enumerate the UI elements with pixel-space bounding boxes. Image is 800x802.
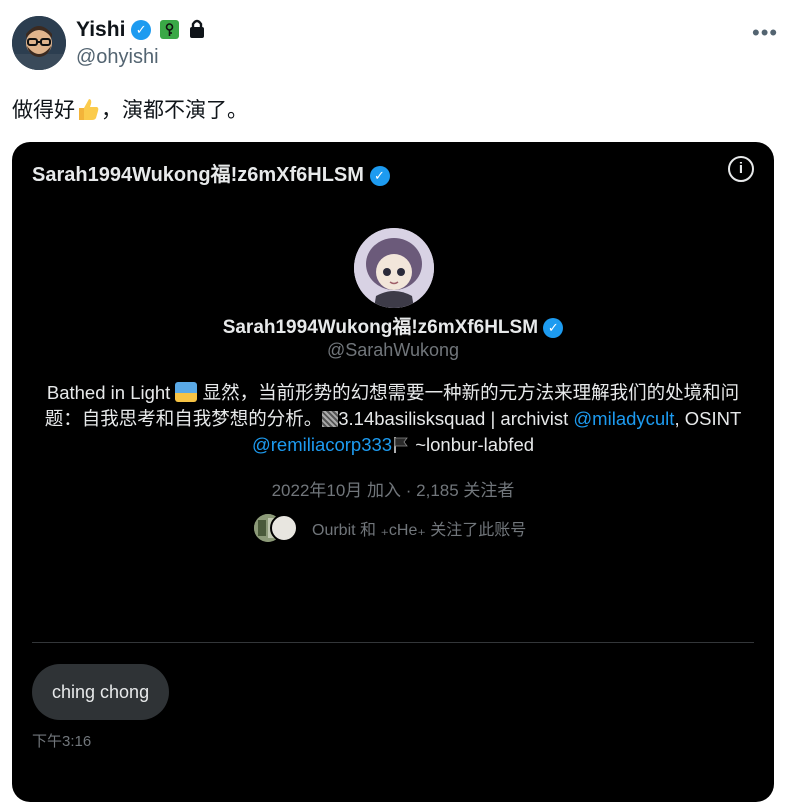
black-flag-icon: [392, 435, 410, 453]
joined-info: 2022年10月 加入 · 2,185 关注者: [271, 481, 515, 500]
tweet-text-part: 做得好: [12, 99, 75, 122]
tweet-text: 做得好 ，演都不演了。: [12, 94, 248, 124]
bio-text: , OSINT: [674, 408, 742, 429]
mention-link[interactable]: @remiliacorp333: [252, 434, 392, 455]
message-bubble: ching chong: [32, 664, 170, 720]
author-handle[interactable]: @ohyishi: [76, 46, 159, 69]
author-name[interactable]: Yishi: [76, 18, 125, 41]
card-header-title: Sarah1994Wukong福!z6mXf6HLSM ✓: [32, 158, 390, 187]
verified-icon: ✓: [543, 317, 564, 338]
bio-text: ~lonbur-labfed: [410, 434, 535, 455]
tweet-text-part: ，演都不演了。: [101, 99, 248, 122]
followed-by-text[interactable]: Ourbit 和 ₊cHe₊ 关注了此账号: [312, 516, 526, 540]
author-avatar[interactable]: [12, 16, 66, 70]
profile-name[interactable]: Sarah1994Wukong福!z6mXf6HLSM: [223, 317, 538, 338]
verified-icon: ✓: [369, 165, 390, 186]
checkered-block-icon: [322, 411, 339, 427]
profile-bio: Bathed in Light 显然，当前形势的幻想需要一种新的元方法来理解我们…: [42, 380, 744, 458]
embedded-profile-card: Sarah1994Wukong福!z6mXf6HLSM ✓ i Sarah199…: [12, 142, 774, 802]
follower-avatar: [270, 514, 298, 542]
divider: [32, 642, 754, 643]
profile-name-row[interactable]: Sarah1994Wukong福!z6mXf6HLSM ✓: [12, 312, 774, 339]
profile-handle[interactable]: @SarahWukong: [12, 340, 774, 361]
author-name-row[interactable]: Yishi ✓: [76, 18, 152, 42]
lock-icon: [187, 18, 207, 40]
profile-avatar[interactable]: [354, 228, 434, 308]
bio-text: Bathed in Light: [46, 382, 176, 403]
sunrise-emoji-icon: [175, 382, 198, 402]
card-title-text: Sarah1994Wukong福!z6mXf6HLSM: [32, 164, 364, 186]
thumbs-up-icon: [75, 96, 101, 122]
verified-icon: ✓: [131, 20, 152, 41]
key-badge-icon: [160, 20, 179, 39]
more-options-icon[interactable]: •••: [752, 20, 778, 46]
mention-link[interactable]: @miladycult: [573, 408, 674, 429]
bio-text: 3.14basilisksquad | archivist: [338, 408, 574, 429]
message-timestamp: 下午3:16: [32, 733, 92, 750]
info-icon[interactable]: i: [728, 156, 754, 182]
